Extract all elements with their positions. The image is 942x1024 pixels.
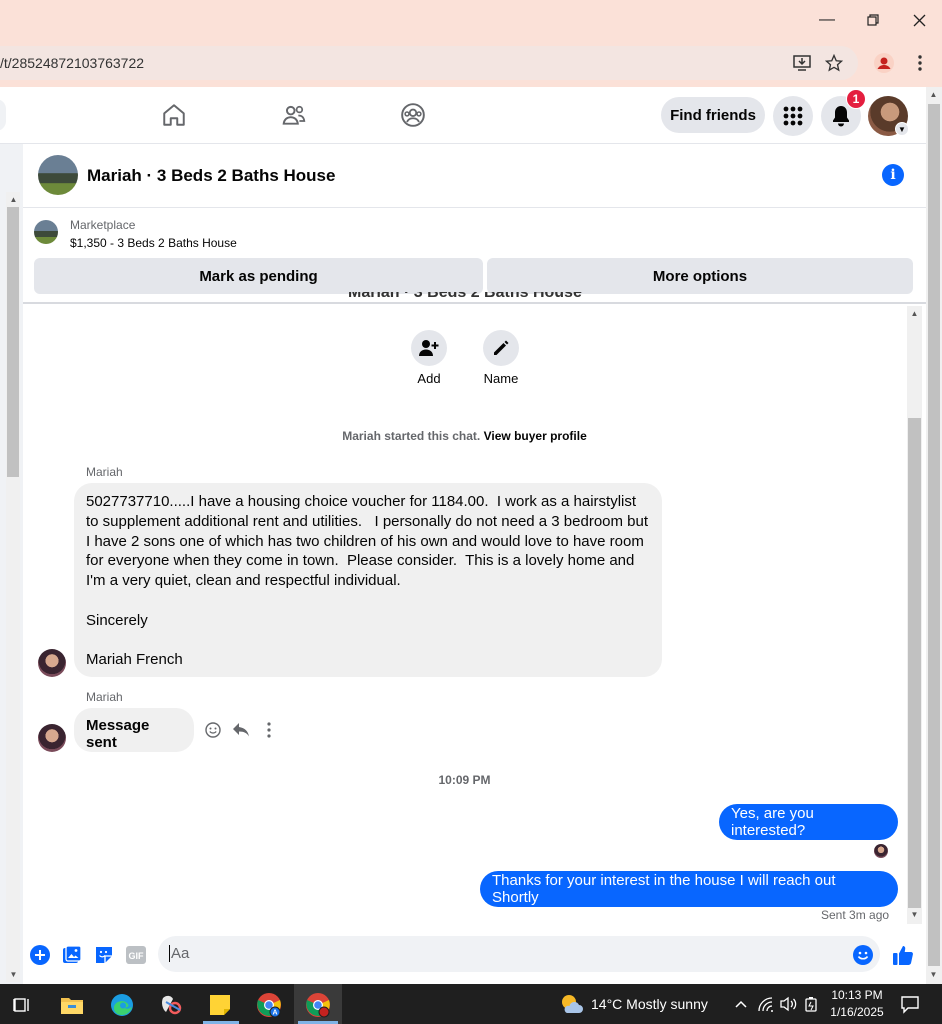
file-explorer-icon[interactable]: [57, 990, 87, 1020]
volume-icon[interactable]: [780, 996, 798, 1012]
mark-as-pending-button[interactable]: Mark as pending: [34, 258, 483, 294]
gif-icon[interactable]: GIF: [125, 944, 147, 966]
task-view-icon[interactable]: [7, 990, 37, 1020]
chat-title[interactable]: Mariah · 3 Beds 2 Baths House: [87, 166, 335, 186]
sticky-notes-icon[interactable]: [205, 990, 235, 1020]
feed-scroll-thumb[interactable]: [7, 207, 19, 477]
add-person-icon: [419, 340, 439, 356]
chat-scroll-down-icon[interactable]: ▼: [907, 910, 922, 919]
edge-browser-icon[interactable]: [107, 990, 137, 1020]
address-bar[interactable]: /t/28524872103763722: [0, 46, 858, 80]
start-note-text: Mariah started this chat.: [342, 429, 481, 443]
install-app-icon[interactable]: [791, 52, 813, 74]
info-icon[interactable]: i: [882, 164, 904, 186]
thumbs-up-icon[interactable]: [892, 944, 914, 966]
minimize-icon[interactable]: —: [804, 0, 850, 40]
sticker-icon[interactable]: [93, 944, 115, 966]
chevron-up-icon[interactable]: [733, 996, 749, 1012]
chevron-down-icon[interactable]: ▼: [895, 122, 909, 136]
more-actions-icon[interactable]: [259, 720, 279, 740]
incoming-message-bubble[interactable]: Message sent: [74, 708, 194, 752]
svg-text:A: A: [272, 1010, 277, 1017]
clock-time: 10:13 PM: [831, 988, 883, 1002]
restore-icon[interactable]: [850, 0, 896, 40]
profile-icon[interactable]: [873, 52, 895, 74]
page-scroll-down-icon[interactable]: ▼: [926, 970, 941, 979]
read-receipt-avatar: [874, 844, 888, 858]
message-input[interactable]: Aa: [158, 936, 880, 972]
marketplace-label: Marketplace: [70, 218, 136, 232]
grid-icon: [783, 106, 803, 126]
name-chat-button[interactable]: [483, 330, 519, 366]
bookmark-star-icon[interactable]: [823, 52, 845, 74]
add-label: Add: [417, 371, 441, 386]
plus-icon[interactable]: [29, 944, 51, 966]
message-sender: Mariah: [86, 690, 123, 704]
more-options-button[interactable]: More options: [487, 258, 913, 294]
emoji-icon[interactable]: [852, 944, 874, 966]
outgoing-message-bubble[interactable]: Yes, are you interested?: [719, 804, 898, 840]
weather-text[interactable]: 14°C Mostly sunny: [591, 996, 708, 1012]
sent-status: Sent 3m ago: [821, 908, 890, 922]
friends-icon[interactable]: [279, 100, 309, 130]
marketplace-listing-thumbnail[interactable]: [34, 220, 58, 244]
windows-taskbar: [0, 984, 942, 1024]
page-scroll-thumb[interactable]: [928, 104, 940, 966]
url-text: /t/28524872103763722: [0, 55, 145, 71]
scroll-down-icon[interactable]: ▼: [6, 970, 21, 979]
browser-menu-icon[interactable]: [909, 52, 931, 74]
scroll-up-icon[interactable]: ▲: [6, 195, 21, 204]
notification-badge: 1: [846, 89, 866, 109]
sender-avatar[interactable]: [38, 649, 66, 677]
outgoing-message-bubble[interactable]: Thanks for your interest in the house I …: [480, 871, 898, 907]
chrome-profile-icon[interactable]: A: [254, 990, 284, 1020]
find-friends-button[interactable]: Find friends: [661, 97, 765, 133]
bell-icon: [833, 106, 849, 127]
message-sender: Mariah: [86, 465, 123, 479]
system-clock[interactable]: 10:13 PM 1/16/2025: [820, 987, 894, 1021]
listing-thumbnail[interactable]: [38, 155, 78, 195]
battery-icon[interactable]: [804, 996, 818, 1012]
browser-titlebar: [0, 0, 942, 40]
incoming-message-bubble[interactable]: 5027737710.....I have a housing choice v…: [74, 483, 662, 677]
svg-text:GIF: GIF: [129, 951, 145, 961]
composer-placeholder: Aa: [169, 945, 190, 962]
weather-icon[interactable]: [560, 993, 584, 1015]
groups-icon[interactable]: [398, 100, 428, 130]
chat-scroll-thumb[interactable]: [908, 418, 921, 908]
reply-icon[interactable]: [231, 720, 251, 740]
home-icon[interactable]: [159, 100, 189, 130]
network-icon[interactable]: [757, 996, 775, 1012]
snipping-tool-icon[interactable]: [157, 990, 187, 1020]
add-people-button[interactable]: [411, 330, 447, 366]
close-window-icon[interactable]: [896, 0, 942, 40]
banner-divider: [23, 302, 926, 304]
chat-start-note: Mariah started this chat. View buyer pro…: [23, 429, 906, 443]
conversation-title-text: Mariah · 3 Beds 2 Baths House: [348, 292, 582, 301]
chat-scroll-up-icon[interactable]: ▲: [907, 309, 922, 318]
message-timestamp: 10:09 PM: [438, 773, 491, 787]
menu-grid-button[interactable]: [773, 96, 813, 136]
chrome-active-icon[interactable]: [303, 990, 333, 1020]
react-icon[interactable]: [203, 720, 223, 740]
photo-icon[interactable]: [61, 944, 83, 966]
listing-price-title[interactable]: $1,350 - 3 Beds 2 Baths House: [70, 236, 237, 250]
sender-avatar[interactable]: [38, 724, 66, 752]
notification-center-icon[interactable]: [900, 994, 920, 1014]
clock-date: 1/16/2025: [830, 1005, 884, 1019]
view-buyer-profile-link[interactable]: View buyer profile: [484, 429, 587, 443]
name-label: Name: [483, 371, 519, 386]
page-scroll-up-icon[interactable]: ▲: [926, 90, 941, 99]
pencil-icon: [494, 340, 509, 355]
